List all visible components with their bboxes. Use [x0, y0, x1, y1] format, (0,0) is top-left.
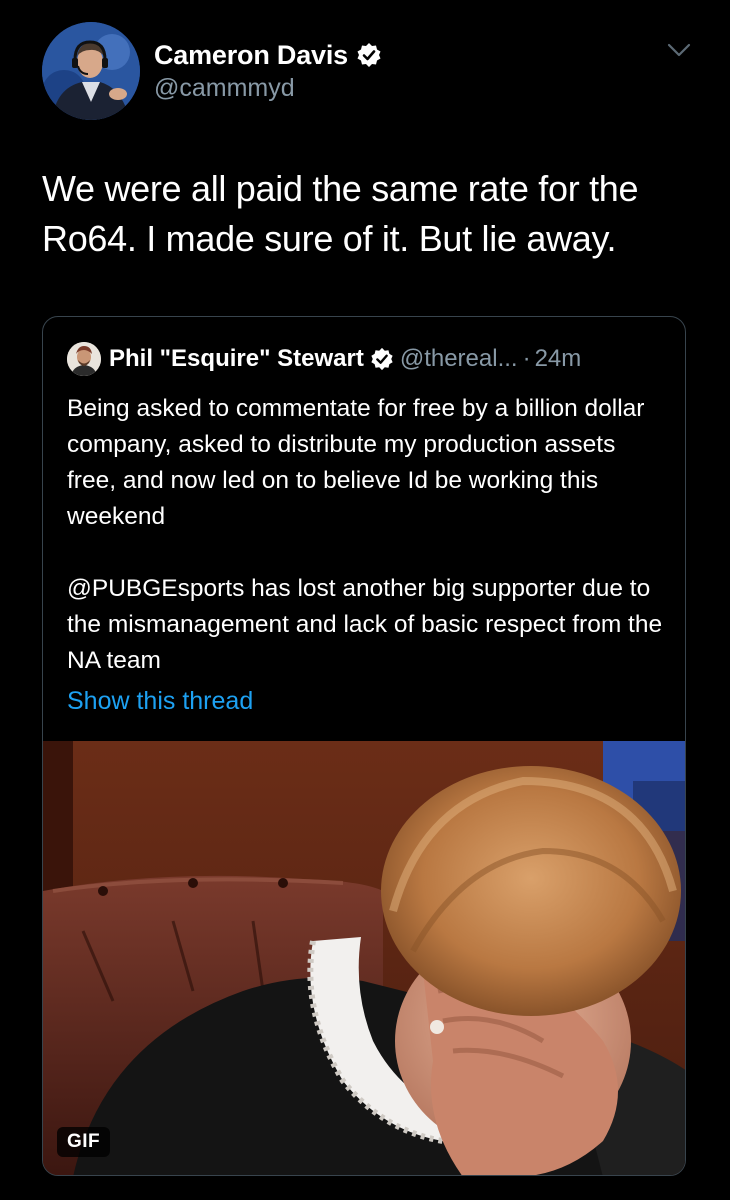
quoted-author-name: Phil "Esquire" Stewart [109, 345, 364, 372]
author-avatar[interactable] [42, 22, 140, 120]
verified-badge-icon [370, 347, 394, 371]
quoted-tweet-paragraph: @PUBGEsports has lost another big suppor… [67, 575, 663, 674]
separator-dot: · [522, 345, 531, 372]
quoted-tweet-timestamp: 24m [534, 345, 582, 372]
verified-badge-icon [356, 42, 382, 68]
author-handle[interactable]: @cammmyd [154, 74, 295, 103]
gif-badge: GIF [57, 1127, 111, 1157]
show-thread-link[interactable]: Show this thread [67, 687, 253, 716]
quoted-tweet-text: Being asked to commentate for free by a … [67, 391, 667, 715]
quoted-tweet-header: Phil "Esquire" Stewart @thereal... · 24m [67, 341, 581, 377]
tweet-text: We were all paid the same rate for the R… [42, 168, 639, 259]
tweet: Cameron Davis @cammmyd We were all paid … [0, 0, 730, 1200]
gif-media[interactable] [43, 741, 685, 1175]
quoted-author-avatar [67, 342, 101, 376]
quoted-tweet-card[interactable]: Phil "Esquire" Stewart @thereal... · 24m… [42, 316, 686, 1176]
author-name[interactable]: Cameron Davis [154, 40, 348, 71]
quoted-tweet-paragraph: Being asked to commentate for free by a … [67, 395, 645, 530]
author-name-row: Cameron Davis [154, 38, 382, 72]
quoted-author-handle: @thereal... [399, 345, 518, 372]
chevron-down-icon[interactable] [664, 38, 694, 62]
